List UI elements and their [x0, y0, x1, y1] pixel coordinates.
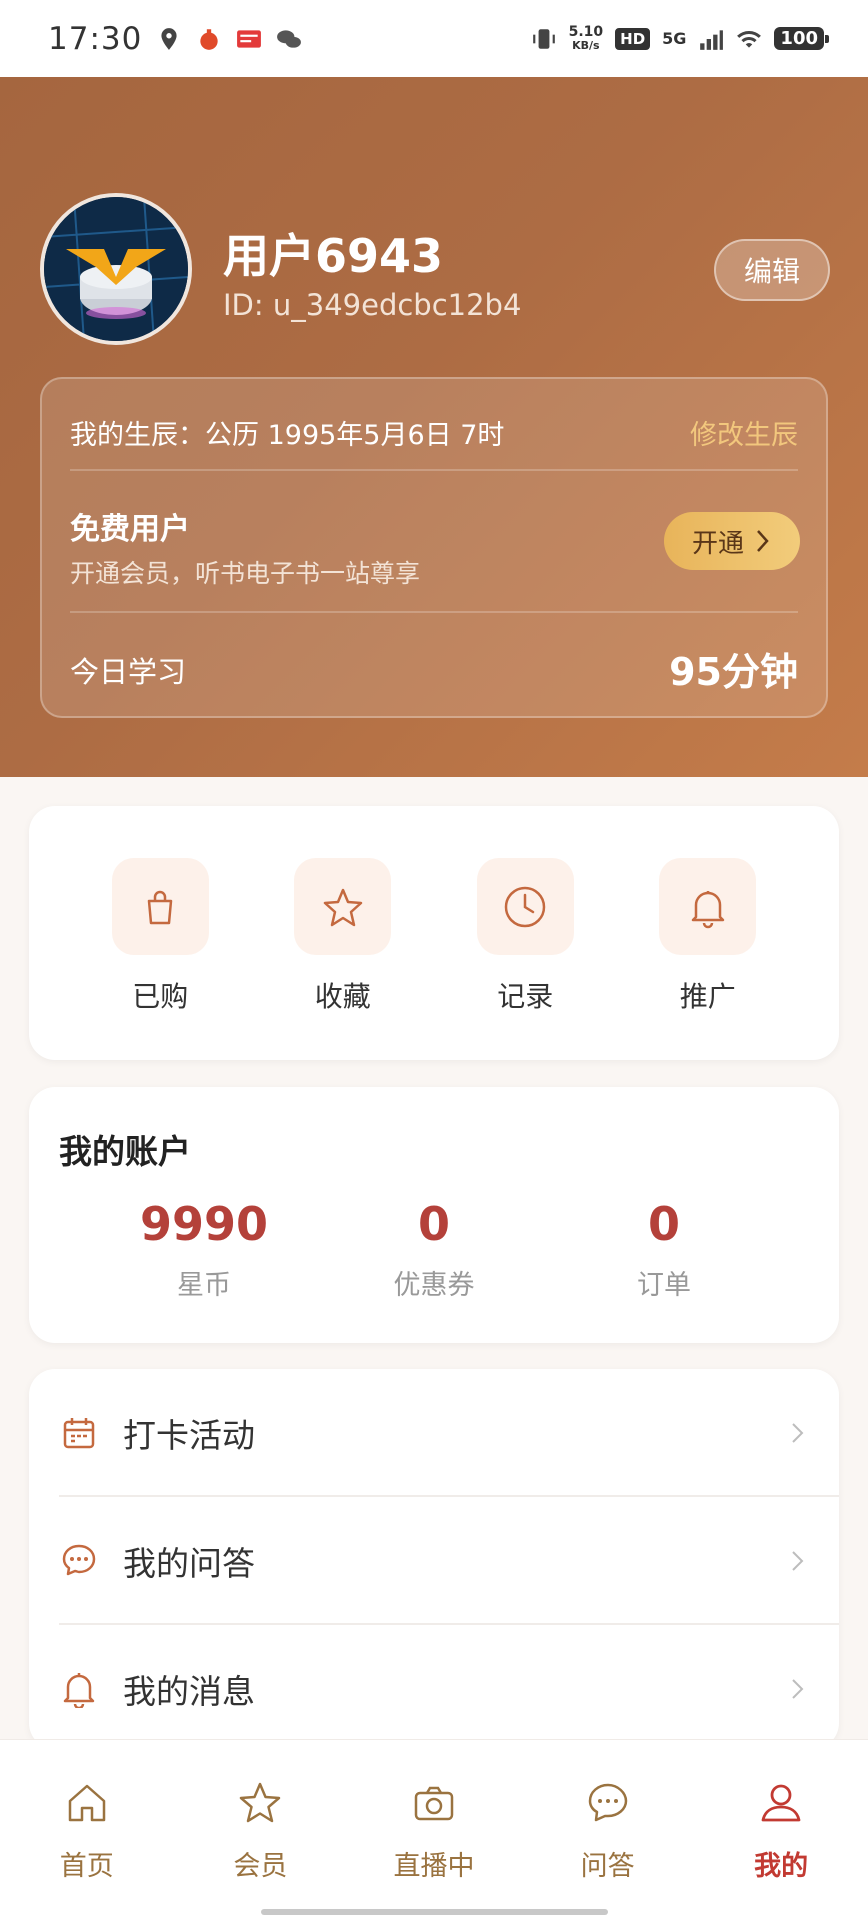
nav-label: 问答 — [580, 1851, 635, 1882]
nav-label: 会员 — [233, 1851, 288, 1882]
shopping-bag-icon — [148, 890, 173, 924]
status-right: 5.10 KB/s HD 5G 100 — [531, 25, 829, 53]
network-type: 5G — [662, 29, 687, 48]
chat-bubble-icon — [59, 1541, 99, 1581]
avatar[interactable] — [40, 193, 192, 345]
membership-subtitle: 开通会员，听书电子书一站尊享 — [70, 559, 421, 588]
network-speed: 5.10 KB/s — [569, 25, 604, 53]
user-icon — [761, 1784, 801, 1822]
quick-action-label: 记录 — [497, 980, 554, 1013]
menu-item-checkin[interactable]: 打卡活动 — [29, 1369, 839, 1496]
quick-action-label: 已购 — [132, 980, 189, 1013]
account-card: 我的账户 9990 星币 0 优惠券 0 订单 — [29, 1087, 839, 1343]
open-membership-label: 开通 — [691, 528, 744, 559]
bell-icon — [59, 1669, 99, 1709]
clock-icon — [505, 886, 546, 927]
account-title: 我的账户 — [59, 1132, 191, 1171]
birth-row: 我的生辰：公历 1995年5月6日 7时 修改生辰 — [70, 407, 798, 457]
nav-item-mine[interactable]: 我的 — [711, 1780, 851, 1920]
account-stat-label: 订单 — [637, 1270, 691, 1301]
chevron-right-icon — [792, 1550, 804, 1571]
open-membership-button[interactable]: 开通 — [664, 512, 800, 570]
quick-action-icon-bg — [659, 858, 757, 955]
app-notification-icon — [200, 28, 219, 50]
news-app-icon — [237, 29, 262, 48]
status-bar: 17:30 5.10 KB/s HD 5G 100 — [0, 0, 868, 77]
account-stat-coupons[interactable]: 0 优惠券 — [344, 1197, 524, 1302]
network-speed-value: 5.10 — [568, 23, 604, 40]
account-stat-value: 0 — [417, 1197, 450, 1251]
location-icon — [161, 27, 177, 50]
account-stats: 9990 星币 0 优惠券 0 订单 — [29, 1197, 839, 1302]
menu-item-label: 我的问答 — [123, 1543, 255, 1583]
quick-action-icon-bg — [111, 858, 209, 955]
camera-icon — [414, 1786, 454, 1821]
profile-info-card: 我的生辰：公历 1995年5月6日 7时 修改生辰 免费用户 开通会员，听书电子… — [40, 377, 828, 718]
calendar-icon — [59, 1413, 99, 1453]
nav-item-qa[interactable]: 问答 — [538, 1780, 678, 1920]
quick-action-icon-bg — [476, 858, 574, 955]
nav-label: 我的 — [754, 1851, 809, 1882]
bottom-navigation: 首页 会员 直播中 问答 我的 — [0, 1739, 868, 1920]
chevron-right-icon — [757, 530, 769, 552]
edit-profile-button[interactable]: 编辑 — [714, 239, 830, 301]
network-speed-unit: KB/s — [572, 38, 600, 52]
account-stat-value: 9990 — [139, 1197, 269, 1251]
quick-action-purchased[interactable]: 已购 — [100, 858, 220, 1060]
quick-action-icon-bg — [294, 858, 392, 955]
signal-icon — [700, 29, 724, 50]
account-stat-value: 0 — [647, 1197, 680, 1251]
quick-action-favorites[interactable]: 收藏 — [283, 858, 403, 1060]
quick-action-label: 推广 — [679, 980, 736, 1013]
today-study-label: 今日学习 — [70, 655, 187, 689]
hd-badge: HD — [615, 27, 651, 50]
quick-action-label: 收藏 — [314, 980, 371, 1013]
account-stat-label: 优惠券 — [393, 1270, 475, 1301]
profile-name: 用户6943 — [223, 229, 444, 283]
nav-item-home[interactable]: 首页 — [17, 1780, 157, 1920]
vibrate-icon — [532, 28, 555, 49]
quick-action-promote[interactable]: 推广 — [648, 858, 768, 1060]
status-time: 17:30 — [48, 20, 143, 57]
account-stat-label: 星币 — [177, 1270, 231, 1301]
menu-item-messages[interactable]: 我的消息 — [29, 1625, 839, 1749]
divider — [70, 469, 798, 471]
status-left: 17:30 — [48, 21, 302, 57]
menu-item-label: 我的消息 — [123, 1671, 255, 1711]
nav-label: 直播中 — [393, 1851, 475, 1882]
account-stat-coins[interactable]: 9990 星币 — [114, 1197, 294, 1302]
quick-actions-card: 已购 收藏 记录 推广 — [29, 806, 839, 1060]
star-icon — [240, 1782, 281, 1823]
avatar-image — [44, 197, 188, 341]
today-study-minutes: 95分钟 — [669, 650, 798, 694]
menu-item-label: 打卡活动 — [123, 1415, 255, 1455]
birth-info: 我的生辰：公历 1995年5月6日 7时 — [70, 419, 505, 451]
nav-item-member[interactable]: 会员 — [190, 1780, 330, 1920]
bell-icon — [691, 890, 724, 928]
quick-action-history[interactable]: 记录 — [465, 858, 585, 1060]
profile-id: ID: u_349edcbc12b4 — [223, 288, 522, 322]
home-indicator[interactable] — [261, 1909, 608, 1915]
battery-indicator: 100 — [774, 27, 829, 50]
membership-title: 免费用户 — [70, 512, 190, 547]
wifi-icon — [737, 30, 762, 48]
menu-item-my-qa[interactable]: 我的问答 — [29, 1497, 839, 1624]
star-icon — [323, 888, 362, 926]
menu-card: 打卡活动 我的问答 我的消息 — [29, 1369, 839, 1749]
nav-item-live[interactable]: 直播中 — [364, 1780, 504, 1920]
home-icon — [68, 1784, 106, 1822]
chevron-right-icon — [792, 1422, 804, 1443]
chevron-right-icon — [792, 1678, 804, 1699]
chat-bubble-icon — [588, 1783, 627, 1822]
wechat-icon — [277, 29, 302, 48]
account-stat-orders[interactable]: 0 订单 — [574, 1197, 754, 1302]
modify-birth-link[interactable]: 修改生辰 — [690, 413, 798, 452]
divider — [70, 611, 798, 613]
nav-label: 首页 — [59, 1851, 114, 1882]
